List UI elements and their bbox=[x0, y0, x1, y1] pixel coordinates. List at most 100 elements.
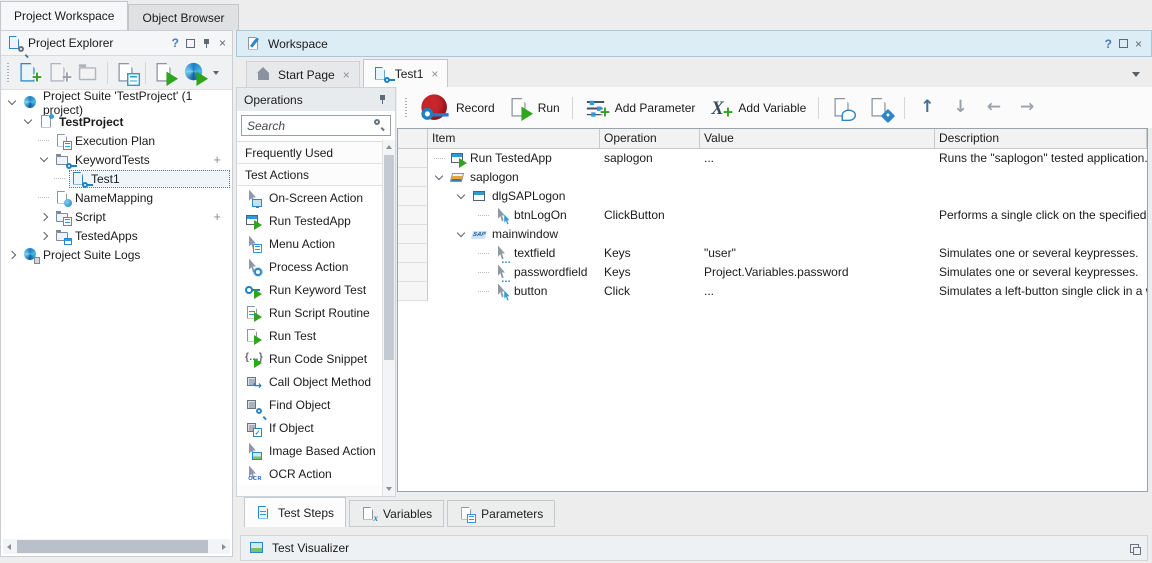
tree-item-execution-plan[interactable]: Execution Plan bbox=[1, 131, 232, 150]
column-header-operation[interactable]: Operation bbox=[600, 129, 700, 148]
operations-group-test-actions[interactable]: Test Actions bbox=[237, 164, 382, 186]
tab-test-steps[interactable]: Test Steps bbox=[244, 497, 346, 527]
value-cell[interactable]: ... bbox=[700, 282, 935, 301]
item-cell[interactable]: button bbox=[428, 282, 600, 301]
operation-cell[interactable]: ClickButton bbox=[600, 206, 700, 225]
tab-object-browser[interactable]: Object Browser bbox=[128, 4, 238, 30]
tree-chevron[interactable] bbox=[37, 233, 50, 239]
close-icon[interactable]: × bbox=[219, 36, 226, 50]
pin-icon[interactable] bbox=[202, 38, 212, 49]
scroll-left-icon[interactable] bbox=[7, 544, 11, 550]
help-button[interactable]: ? bbox=[1105, 37, 1112, 51]
operation-cell[interactable]: Keys bbox=[600, 263, 700, 282]
toolbar-dropdown-icon[interactable] bbox=[213, 71, 219, 75]
item-cell[interactable]: …passwordfield bbox=[428, 263, 600, 282]
tree-chevron[interactable] bbox=[21, 120, 34, 123]
scroll-down-icon[interactable] bbox=[386, 487, 392, 491]
tree-item-label-wrap[interactable]: Execution Plan bbox=[53, 132, 230, 150]
operation-item-find-object[interactable]: Find Object bbox=[237, 393, 382, 416]
chevron-down-icon[interactable] bbox=[457, 229, 465, 237]
table-row[interactable]: …textfieldKeys"user"Simulates one or sev… bbox=[398, 244, 1147, 263]
chevron-down-icon[interactable] bbox=[435, 172, 443, 180]
tree-item-script[interactable]: Script+ bbox=[1, 207, 232, 226]
value-cell[interactable]: ... bbox=[700, 149, 935, 168]
operation-cell[interactable] bbox=[600, 168, 700, 187]
add-comment-button[interactable] bbox=[828, 92, 858, 124]
item-cell[interactable]: saplogon bbox=[428, 168, 600, 187]
column-header-value[interactable]: Value bbox=[700, 129, 935, 148]
scrollbar-thumb[interactable] bbox=[17, 540, 208, 553]
value-cell[interactable] bbox=[700, 187, 935, 206]
close-icon[interactable]: × bbox=[1135, 37, 1142, 51]
operation-item-image-based-action[interactable]: Image Based Action bbox=[237, 439, 382, 462]
value-cell[interactable] bbox=[700, 225, 935, 244]
tree-chevron[interactable] bbox=[5, 252, 18, 258]
tab-project-workspace[interactable]: Project Workspace bbox=[0, 1, 128, 30]
horizontal-scrollbar[interactable] bbox=[3, 539, 230, 554]
scrollbar-thumb[interactable] bbox=[384, 155, 394, 360]
tree-chevron[interactable] bbox=[5, 101, 18, 104]
row-gutter[interactable] bbox=[398, 225, 428, 244]
operation-item-if-object[interactable]: ✓If Object bbox=[237, 416, 382, 439]
operation-item-run-script-routine[interactable]: Run Script Routine bbox=[237, 301, 382, 324]
execution-plan-button[interactable] bbox=[113, 59, 140, 86]
item-cell[interactable]: SAPmainwindow bbox=[428, 225, 600, 244]
tree-item-label-wrap[interactable]: NameMapping bbox=[53, 189, 230, 207]
column-header-description[interactable]: Description bbox=[935, 129, 1147, 148]
operations-group-frequently-used[interactable]: Frequently Used bbox=[237, 142, 382, 164]
item-cell[interactable]: …textfield bbox=[428, 244, 600, 263]
add-child-button[interactable]: + bbox=[213, 152, 221, 167]
tree-item-keyword-test[interactable]: Test1 bbox=[1, 169, 232, 188]
tree-item-label-wrap[interactable]: TestedApps bbox=[53, 227, 230, 245]
tree-chevron[interactable] bbox=[454, 233, 468, 236]
search-input[interactable] bbox=[241, 115, 391, 136]
operation-item-call-object-method[interactable]: ↪Call Object Method bbox=[237, 370, 382, 393]
table-row[interactable]: SAPmainwindow bbox=[398, 225, 1147, 244]
float-panel-icon[interactable] bbox=[1130, 544, 1139, 553]
chevron-right-icon[interactable] bbox=[39, 212, 47, 220]
tree-chevron[interactable] bbox=[37, 214, 50, 220]
add-parameter-button[interactable]: + Add Parameter bbox=[582, 92, 699, 124]
row-gutter[interactable] bbox=[398, 206, 428, 225]
value-cell[interactable]: "user" bbox=[700, 244, 935, 263]
chevron-down-icon[interactable] bbox=[7, 97, 15, 105]
row-gutter[interactable] bbox=[398, 168, 428, 187]
toolbar-grip[interactable] bbox=[405, 98, 407, 118]
column-header-item[interactable]: Item bbox=[428, 129, 600, 148]
tab-list-dropdown-icon[interactable] bbox=[1132, 72, 1140, 77]
help-button[interactable]: ? bbox=[172, 36, 179, 50]
tree-item-keyword-tests[interactable]: KeywordTests+ bbox=[1, 150, 232, 169]
tree-item-label-wrap[interactable]: Test1 bbox=[69, 170, 230, 188]
tab-test1[interactable]: Test1 × bbox=[363, 59, 449, 87]
operation-item-run-keyword-test[interactable]: Run Keyword Test bbox=[237, 278, 382, 301]
value-cell[interactable] bbox=[700, 206, 935, 225]
maximize-icon[interactable] bbox=[1119, 39, 1128, 48]
tree-item-project[interactable]: TestProject bbox=[1, 112, 232, 131]
move-down-button[interactable]: ↓ bbox=[948, 99, 974, 116]
row-gutter[interactable] bbox=[398, 149, 428, 168]
add-variable-button[interactable]: X+ Add Variable bbox=[705, 92, 809, 124]
operation-item-menu-action[interactable]: Menu Action bbox=[237, 232, 382, 255]
operation-item-on-screen-action[interactable]: On-Screen Action bbox=[237, 186, 382, 209]
test-visualizer-bar[interactable]: Test Visualizer bbox=[240, 535, 1148, 561]
table-row[interactable]: saplogon bbox=[398, 168, 1147, 187]
row-gutter[interactable] bbox=[398, 282, 428, 301]
operation-cell[interactable]: Keys bbox=[600, 244, 700, 263]
tree-item-tested-apps[interactable]: TestedApps bbox=[1, 226, 232, 245]
operation-cell[interactable] bbox=[600, 187, 700, 206]
tree-item-label-wrap[interactable]: Script bbox=[53, 208, 210, 226]
new-project-button[interactable]: + bbox=[15, 59, 42, 86]
tree-chevron[interactable] bbox=[454, 195, 468, 198]
tree-item-project-suite[interactable]: Project Suite 'TestProject' (1 project) bbox=[1, 93, 232, 112]
operation-item-run-test[interactable]: Run Test bbox=[237, 324, 382, 347]
add-child-button[interactable]: + bbox=[213, 209, 221, 224]
tree-chevron[interactable] bbox=[37, 158, 50, 161]
tab-variables[interactable]: x Variables bbox=[349, 500, 444, 527]
run-project-suite-button[interactable] bbox=[181, 59, 208, 86]
tab-start-page[interactable]: Start Page × bbox=[246, 61, 360, 87]
operation-item-run-code-snippet[interactable]: {…}Run Code Snippet bbox=[237, 347, 382, 370]
close-icon[interactable]: × bbox=[431, 67, 438, 81]
tree-item-project-suite-logs[interactable]: Project Suite Logs bbox=[1, 245, 232, 264]
operation-cell[interactable] bbox=[600, 225, 700, 244]
toolbar-grip[interactable] bbox=[7, 63, 9, 83]
